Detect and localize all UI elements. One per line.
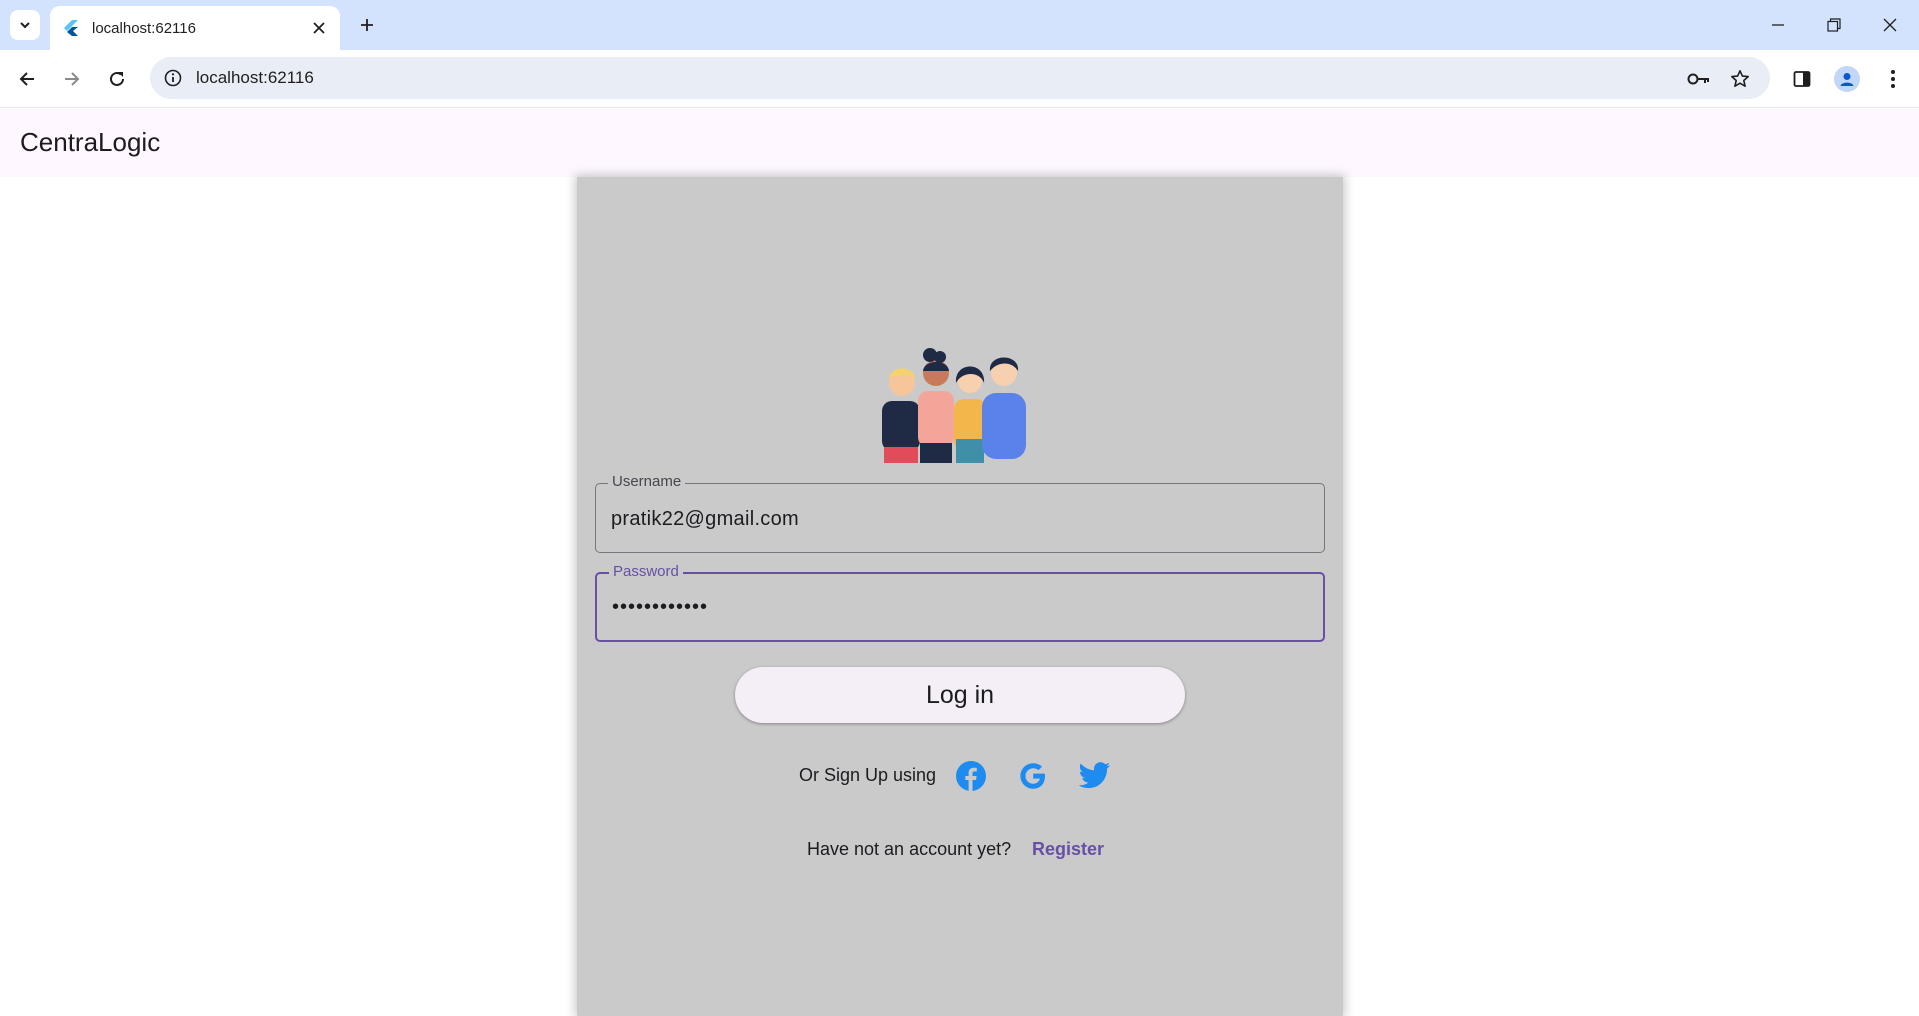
- google-signup-button[interactable]: [1016, 759, 1050, 793]
- minimize-button[interactable]: [1750, 0, 1806, 50]
- reload-icon: [110, 71, 124, 86]
- profile-icon: [1834, 66, 1860, 92]
- username-input[interactable]: pratik22@gmail.com: [611, 508, 799, 531]
- close-tab-button[interactable]: [308, 17, 330, 39]
- password-manager-button[interactable]: [1686, 66, 1712, 92]
- back-button[interactable]: [10, 62, 44, 96]
- twitter-signup-button[interactable]: [1078, 759, 1112, 793]
- key-icon: [1687, 73, 1709, 85]
- chevron-down-icon: [20, 22, 30, 29]
- plus-icon: [361, 19, 373, 31]
- facebook-icon: [956, 761, 986, 791]
- login-button[interactable]: Log in: [735, 667, 1185, 723]
- back-icon: [19, 72, 34, 86]
- app-bar: CentraLogic: [0, 109, 1919, 177]
- new-tab-button[interactable]: [352, 10, 382, 40]
- signup-prompt: Or Sign Up using: [799, 765, 937, 785]
- password-label: Password: [609, 563, 683, 580]
- star-icon: [1731, 70, 1749, 87]
- tab-search-button[interactable]: [10, 10, 40, 40]
- forward-icon: [65, 72, 80, 86]
- register-row: Have not an account yet? Register: [577, 835, 1343, 865]
- password-input[interactable]: ••••••••••••: [612, 596, 708, 619]
- flutter-icon: [64, 20, 80, 36]
- login-panel: Username pratik22@gmail.com Password •••…: [577, 177, 1343, 1016]
- restore-icon: [1827, 18, 1841, 32]
- no-account-text: Have not an account yet?: [807, 839, 1012, 859]
- bookmark-button[interactable]: [1727, 66, 1753, 92]
- browser-tab[interactable]: localhost:62116: [50, 6, 340, 50]
- google-icon: [1020, 763, 1045, 789]
- address-bar[interactable]: localhost:62116: [150, 57, 1770, 99]
- username-field[interactable]: Username pratik22@gmail.com: [595, 473, 1325, 553]
- browser-toolbar: localhost:62116: [0, 50, 1919, 108]
- url-text: localhost:62116: [196, 68, 314, 87]
- close-window-button[interactable]: [1862, 0, 1918, 50]
- side-panel-icon: [1793, 71, 1811, 87]
- site-info-button[interactable]: [162, 67, 184, 89]
- social-signup-row: Or Sign Up using: [577, 755, 1343, 795]
- facebook-signup-button[interactable]: [954, 759, 988, 793]
- restore-button[interactable]: [1806, 0, 1862, 50]
- tab-strip: localhost:62116: [0, 0, 1919, 50]
- twitter-icon: [1079, 762, 1110, 789]
- forward-button[interactable]: [55, 62, 89, 96]
- app-title: CentraLogic: [20, 127, 161, 157]
- minimize-icon: [1772, 24, 1784, 26]
- register-link[interactable]: Register: [1032, 839, 1104, 860]
- username-label: Username: [608, 473, 686, 490]
- browser-menu-button[interactable]: [1876, 62, 1910, 96]
- close-icon: [1883, 18, 1897, 32]
- close-icon: [313, 22, 325, 34]
- password-field[interactable]: Password ••••••••••••: [595, 563, 1325, 642]
- tab-title: localhost:62116: [92, 19, 196, 37]
- group-of-friends-illustration: [882, 348, 1026, 463]
- profile-button[interactable]: [1830, 62, 1864, 96]
- info-icon: [164, 69, 182, 87]
- side-panel-button[interactable]: [1785, 62, 1819, 96]
- kebab-menu-icon: [1891, 70, 1895, 88]
- reload-button[interactable]: [100, 62, 134, 96]
